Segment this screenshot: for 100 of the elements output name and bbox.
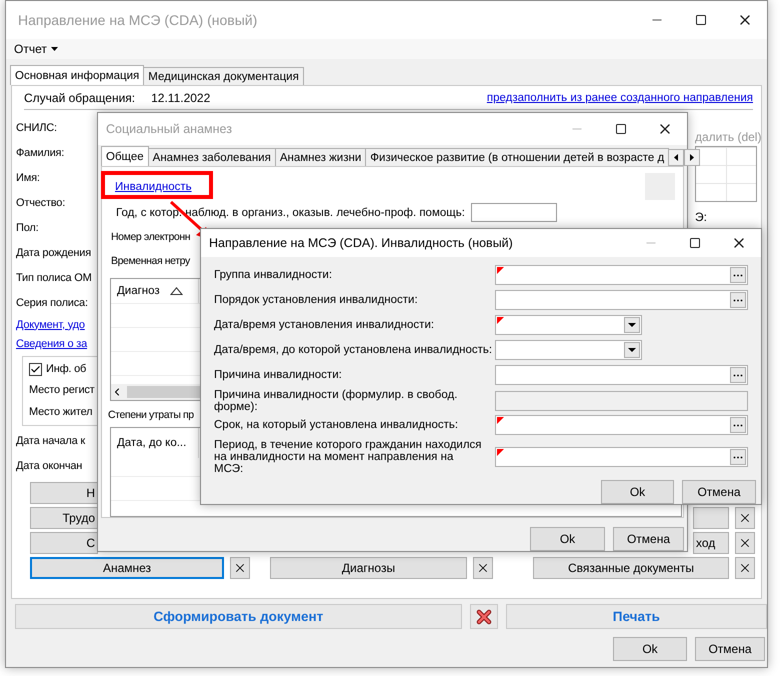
field-label: Место регист [29,384,95,396]
ellipsis-icon [733,424,743,426]
right-arrow-icon [690,154,694,161]
input-field[interactable] [495,415,748,435]
browse-button[interactable] [730,417,746,433]
close-icon [738,536,752,550]
scroll-left-button[interactable] [668,149,684,166]
field-label: Фамилия: [16,146,64,158]
field-label: Степени утраты пр [108,408,194,421]
tab[interactable]: Общее [101,146,149,166]
browse-button[interactable] [730,367,746,383]
field-label: Дата окончан [16,460,82,472]
browse-button[interactable] [730,267,746,283]
delete-icon [476,608,492,624]
maximize-icon [695,14,707,26]
document-link[interactable]: Документ, удо [16,318,85,331]
date-field[interactable] [495,315,642,335]
delete-label: далить (del) [695,130,761,144]
ellipsis-icon [733,298,743,302]
dropdown-button[interactable] [624,317,640,333]
field-label: Номер электронн [111,230,190,243]
input-field[interactable] [495,290,748,310]
cancel-button[interactable]: Отмена [682,480,756,504]
window-title: Направление на МСЭ (CDA) (новый) [17,12,258,28]
section-button[interactable]: Связанные документы [533,557,729,579]
case-label: Случай обращения: [24,90,136,104]
field-label: Тип полиса ОМ [16,272,92,284]
prefill-link[interactable]: предзаполнить из ранее созданного направления [486,92,753,104]
close-icon [738,511,752,525]
section-button[interactable]: С [30,532,98,554]
disability-link[interactable]: Инвалидность [115,180,192,193]
field-label: Дата рождения [16,246,91,258]
left-arrow-icon [674,154,678,161]
caret-icon [50,47,58,51]
cancel-button[interactable]: Отмена [613,527,684,551]
browse-button[interactable] [730,449,746,465]
field-label: Порядок установления инвалидности: [214,294,419,306]
caret-icon [628,348,636,352]
section-button[interactable]: Н [30,482,98,504]
browse-button[interactable] [730,292,746,308]
date-field[interactable] [495,340,642,360]
field-label: Имя: [16,172,40,184]
ok-button[interactable]: Ok [613,637,687,661]
field-label: Год, с котор. наблюд. в организ., оказыв. лечебно-проф. помощь: [116,206,465,219]
field-label: Пол: [16,222,38,234]
generate-button[interactable]: Сформировать документ [15,604,462,629]
scroll-right-button[interactable] [684,149,700,166]
remove-button[interactable] [735,532,755,554]
window-title: Направление на МСЭ (CDA). Инвалидность (новый) [209,236,514,250]
remove-button[interactable] [473,557,493,579]
input-field[interactable] [495,365,748,385]
field-label: Группа инвалидности: [214,269,334,281]
field-label: Временная нетру [111,255,190,268]
cancel-button[interactable]: Отмена [695,637,765,661]
tab[interactable]: Основная информация [10,65,144,85]
case-date: 12.11.2022 [151,90,210,104]
column-header[interactable]: Диагноз [111,278,199,303]
check-icon [30,364,41,374]
field-label: Отчество: [16,196,66,208]
checkbox[interactable] [29,362,42,376]
field-label: Срок, на который установлена инвалидность: [214,419,460,431]
document-link[interactable]: Сведения о за [16,338,88,350]
ellipsis-icon [733,456,743,458]
delete-button[interactable] [470,604,498,629]
ok-button[interactable]: Ok [530,527,605,551]
data-grid [695,146,757,202]
maximize-icon [615,123,627,135]
field-label: Причина инвалидности: [214,369,343,381]
section-button[interactable]: ход [693,532,729,554]
dropdown-button[interactable] [624,342,640,358]
checkbox-label: Инф. об [46,363,86,375]
field-label: СНИЛС: [16,122,57,134]
field-label: Место жител [29,406,92,418]
section-button[interactable]: Диагнозы [270,557,467,579]
report-menu[interactable]: Отчет [12,42,60,56]
column-header[interactable]: Дата, до ко... [111,428,199,458]
section-button[interactable]: Анамнез [30,557,224,579]
sort-icon [170,286,183,295]
ellipsis-icon [733,274,743,276]
field-label: Дата начала к [16,434,86,446]
print-button[interactable]: Печать [506,604,767,629]
close-icon [476,561,490,575]
field-label: Серия полиса: [16,296,88,308]
field-label: Дата/время, до которой установлена инвалидность: [214,344,494,356]
caret-icon [628,323,636,327]
close-icon [233,561,247,575]
ok-button[interactable]: Ok [601,480,674,504]
remove-button[interactable] [230,557,250,579]
tab[interactable]: Физическое развитие (в отношении детей в возрасте д [365,148,670,166]
input-field[interactable] [495,447,748,467]
field-label: Причина инвалидности (формулир. в свобод. форме): [214,389,458,413]
section-button[interactable]: Трудо [30,507,98,529]
field-label: Дата/время установления инвалидности: [214,319,436,331]
input-field[interactable] [495,265,748,285]
tab[interactable]: Медицинская документация [143,67,304,85]
remove-button[interactable] [735,557,755,579]
remove-button[interactable] [735,507,755,529]
close-icon [738,561,752,575]
year-input[interactable] [470,203,557,222]
ellipsis-icon [733,374,743,376]
